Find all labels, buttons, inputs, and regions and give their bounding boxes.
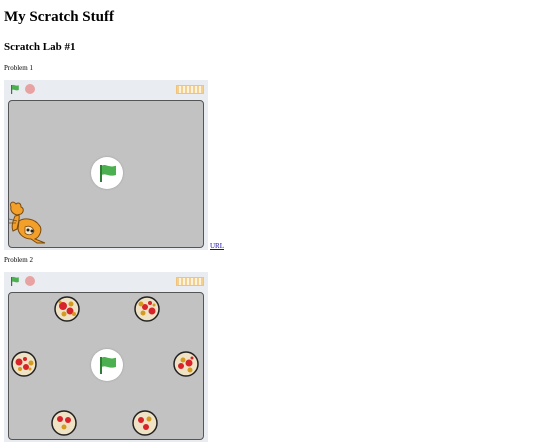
page-title: My Scratch Stuff bbox=[4, 9, 114, 25]
green-flag-icon bbox=[100, 357, 116, 374]
project-url-link[interactable]: URL bbox=[210, 242, 224, 250]
green-flag-icon[interactable] bbox=[10, 84, 20, 94]
stop-icon[interactable] bbox=[25, 84, 35, 94]
green-flag-overlay-button[interactable] bbox=[91, 349, 123, 381]
stage[interactable] bbox=[8, 100, 204, 248]
green-flag-icon bbox=[100, 165, 116, 182]
green-flag-overlay-button[interactable] bbox=[91, 157, 123, 189]
scratch-player-1 bbox=[4, 80, 208, 250]
problem-2-label: Problem 2 bbox=[4, 256, 33, 264]
problem-1-label: Problem 1 bbox=[4, 64, 33, 72]
pizza-sprite[interactable] bbox=[54, 296, 80, 322]
pizza-sprite[interactable] bbox=[173, 351, 199, 377]
stage[interactable] bbox=[8, 292, 204, 440]
turbo-mode-icon[interactable] bbox=[176, 85, 204, 94]
stop-icon[interactable] bbox=[25, 276, 35, 286]
pizza-sprite[interactable] bbox=[11, 351, 37, 377]
problem-2-block bbox=[4, 272, 536, 448]
pizza-sprite[interactable] bbox=[132, 410, 158, 436]
turbo-mode-icon[interactable] bbox=[176, 277, 204, 286]
scratch-player-2 bbox=[4, 272, 208, 442]
problem-1-block: URL bbox=[4, 80, 536, 256]
green-flag-icon[interactable] bbox=[10, 276, 20, 286]
player-controls bbox=[4, 80, 208, 98]
scratch-cat-sprite[interactable] bbox=[8, 199, 49, 245]
pizza-sprite[interactable] bbox=[134, 296, 160, 322]
player-controls bbox=[4, 272, 208, 290]
pizza-sprite[interactable] bbox=[51, 410, 77, 436]
lab-title: Scratch Lab #1 bbox=[4, 41, 76, 53]
page: My Scratch Stuff Scratch Lab #1 Problem … bbox=[4, 0, 536, 448]
